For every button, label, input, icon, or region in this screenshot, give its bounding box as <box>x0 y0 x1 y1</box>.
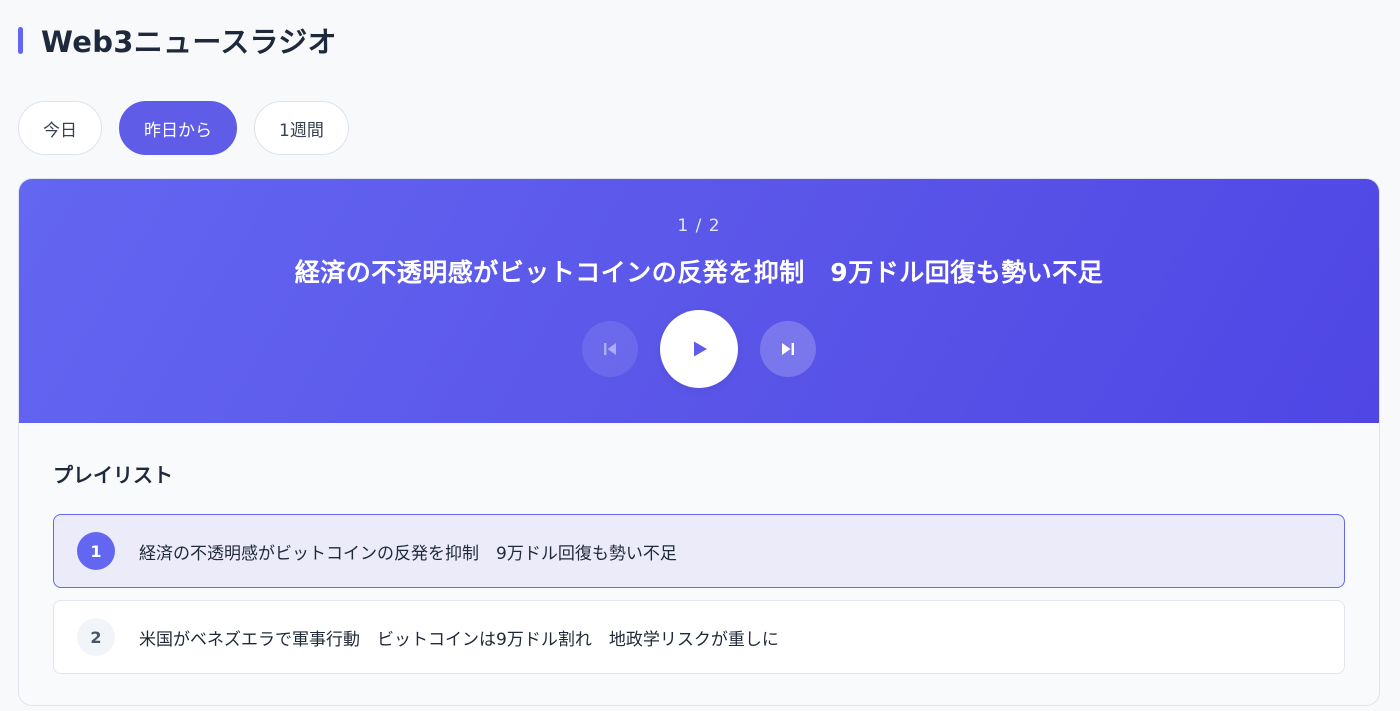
radio-card: 1 / 2 経済の不透明感がビットコインの反発を抑制 9万ドル回復も勢い不足 プ… <box>18 178 1380 706</box>
page-header: Web3ニュースラジオ <box>18 20 337 60</box>
play-button[interactable] <box>660 310 738 388</box>
tab-today[interactable]: 今日 <box>18 101 102 155</box>
skip-previous-icon <box>604 343 616 355</box>
playlist-item-number: 2 <box>77 618 115 656</box>
skip-next-icon <box>782 343 794 355</box>
tab-one-week[interactable]: 1週間 <box>254 101 349 155</box>
player-panel: 1 / 2 経済の不透明感がビットコインの反発を抑制 9万ドル回復も勢い不足 <box>19 179 1379 423</box>
playlist-item[interactable]: 2 米国がベネズエラで軍事行動 ビットコインは9万ドル割れ 地政学リスクが重しに <box>53 600 1345 674</box>
next-button[interactable] <box>760 321 816 377</box>
playlist-heading: プレイリスト <box>53 463 173 487</box>
title-accent-bar <box>18 26 23 54</box>
radio-page: Web3ニュースラジオ 今日 昨日から 1週間 1 / 2 経済の不透明感がビッ… <box>0 0 1400 711</box>
play-icon <box>694 341 707 357</box>
period-tabs: 今日 昨日から 1週間 <box>18 101 349 155</box>
tab-since-yesterday[interactable]: 昨日から <box>119 101 237 155</box>
playlist-section: プレイリスト 1 経済の不透明感がビットコインの反発を抑制 9万ドル回復も勢い不… <box>19 423 1379 674</box>
player-controls <box>19 310 1379 388</box>
track-counter: 1 / 2 <box>677 216 721 236</box>
playlist-item-title: 経済の不透明感がビットコインの反発を抑制 9万ドル回復も勢い不足 <box>139 543 677 564</box>
playlist-item-number: 1 <box>77 532 115 570</box>
playlist-item-title: 米国がベネズエラで軍事行動 ビットコインは9万ドル割れ 地政学リスクが重しに <box>139 629 779 650</box>
previous-button[interactable] <box>582 321 638 377</box>
page-title: Web3ニュースラジオ <box>41 25 337 59</box>
playlist-item[interactable]: 1 経済の不透明感がビットコインの反発を抑制 9万ドル回復も勢い不足 <box>53 514 1345 588</box>
now-playing-title: 経済の不透明感がビットコインの反発を抑制 9万ドル回復も勢い不足 <box>294 258 1104 287</box>
